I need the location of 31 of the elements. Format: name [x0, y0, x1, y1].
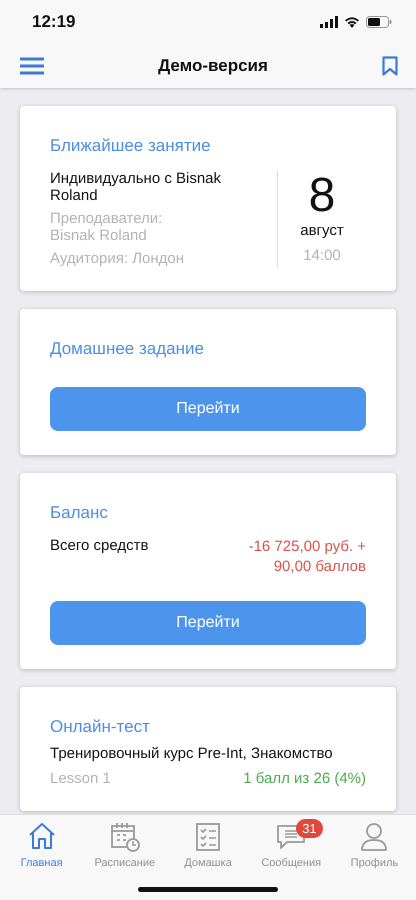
lesson-name: Индивидуально с Bisnak Roland — [50, 170, 222, 204]
room-text: Аудитория: Лондон — [50, 250, 186, 267]
balance-amount: -16 725,00 руб. + 90,00 баллов — [248, 537, 366, 577]
wifi-icon — [344, 16, 360, 28]
status-time: 12:19 — [32, 12, 76, 32]
tab-bar-item[interactable]: Главная — [0, 821, 84, 869]
card-title: Баланс — [50, 503, 109, 523]
lesson-name: Lesson 1 — [50, 770, 111, 787]
tab-bar-item[interactable]: Сообщения 31 — [250, 821, 333, 869]
lesson-time: 14:00 — [303, 247, 341, 264]
bookmark-icon[interactable] — [382, 56, 398, 76]
card-title: Онлайн-тест — [50, 717, 151, 737]
tab-bar-item[interactable]: Домашка — [166, 821, 250, 869]
lesson-day: 8 — [308, 170, 336, 222]
calendar-icon — [108, 821, 141, 853]
balance-label: Всего средств — [50, 537, 148, 556]
battery-icon — [366, 16, 392, 28]
teachers-label: Преподаватели: Bisnak Roland — [50, 210, 164, 244]
screen-title: Демо-версия — [158, 56, 268, 76]
test-score: 1 балл из 26 (4%) — [243, 770, 366, 787]
card-title: Ближайшее занятие — [50, 136, 212, 156]
signal-icon — [320, 16, 338, 28]
tab-bar-item[interactable]: Профиль — [332, 821, 416, 869]
lesson-month: август — [300, 222, 344, 239]
course-name: Тренировочный курс Pre-Int, Знакомство — [50, 745, 334, 762]
card-title: Домашнее задание — [50, 339, 205, 359]
go-button[interactable]: Перейти — [50, 387, 366, 431]
menu-icon[interactable] — [20, 57, 44, 75]
tab-bar-item[interactable]: Расписание — [83, 821, 166, 869]
go-button[interactable]: Перейти — [50, 601, 366, 645]
unread-count: 31 — [296, 819, 323, 838]
